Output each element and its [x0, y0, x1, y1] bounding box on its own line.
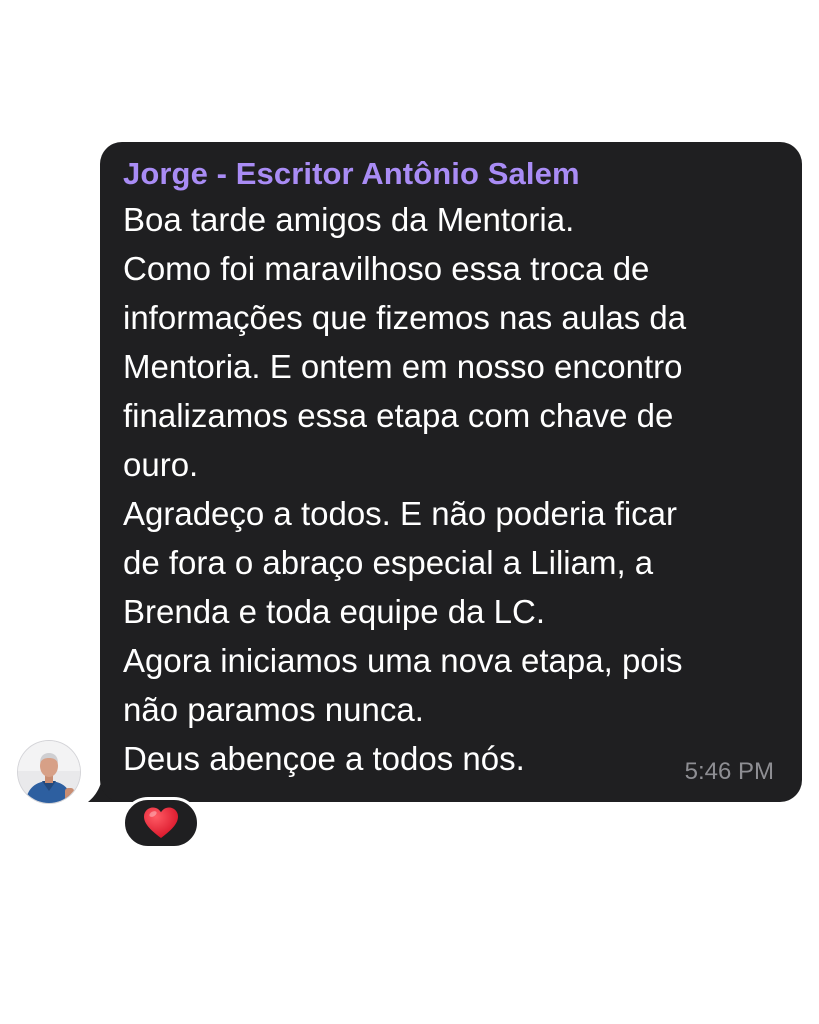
avatar-photo: [18, 741, 80, 803]
reaction-badge[interactable]: [122, 797, 200, 849]
message-line: Deus abençoe a todos nós.: [123, 740, 525, 777]
message-line: informações que fizemos nas aulas da: [123, 299, 687, 336]
message-text: Boa tarde amigos da Mentoria. Como foi m…: [123, 195, 776, 783]
message-line: ouro.: [123, 446, 199, 483]
message-line: de fora o abraço especial a Liliam, a: [123, 544, 654, 581]
message-line: finalizamos essa etapa com chave de: [123, 397, 674, 434]
message-line: Como foi maravilhoso essa troca de: [123, 250, 650, 287]
chat-view: Jorge - Escritor Antônio Salem Boa tarde…: [0, 0, 819, 1024]
message-line: não paramos nunca.: [123, 691, 424, 728]
message-line: Agradeço a todos. E não poderia ficar: [123, 495, 678, 532]
message-bubble[interactable]: Jorge - Escritor Antônio Salem Boa tarde…: [100, 142, 802, 802]
avatar[interactable]: [18, 741, 80, 803]
sender-name[interactable]: Jorge - Escritor Antônio Salem: [123, 156, 776, 192]
message-line: Brenda e toda equipe da LC.: [123, 593, 545, 630]
message-line: Mentoria. E ontem em nosso encontro: [123, 348, 683, 385]
message-line: Boa tarde amigos da Mentoria.: [123, 201, 575, 238]
message-timestamp: 5:46 PM: [684, 758, 774, 785]
message-line: Agora iniciamos uma nova etapa, pois: [123, 642, 683, 679]
heart-icon: [144, 807, 178, 838]
